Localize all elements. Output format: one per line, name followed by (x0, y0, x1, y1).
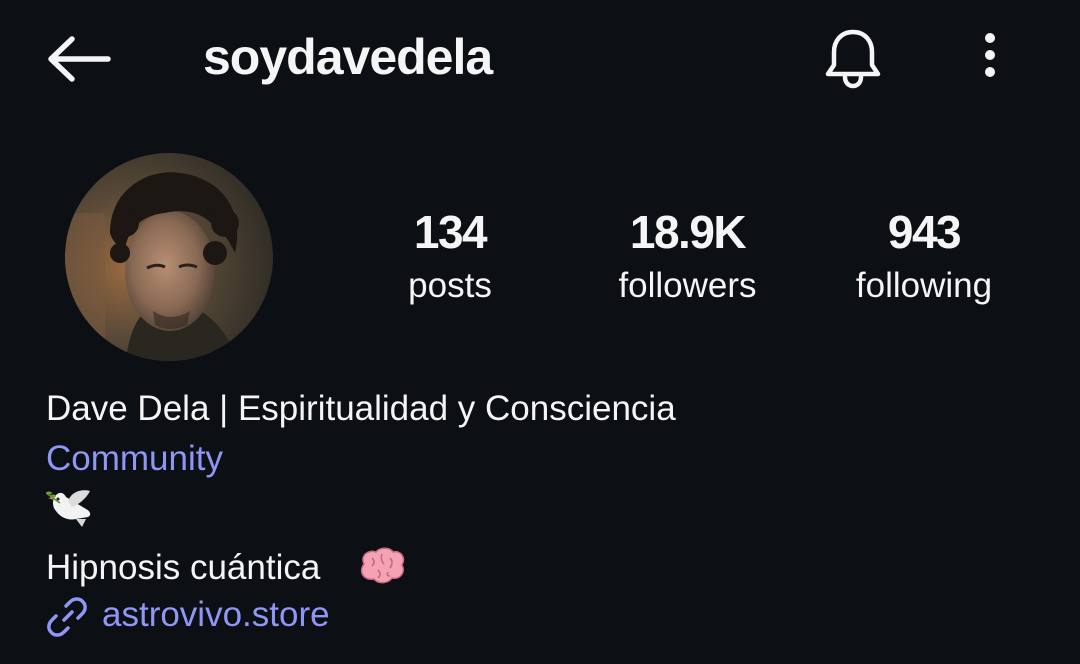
posts-count-value: 134 (413, 206, 488, 258)
brain-emoji-icon (356, 546, 406, 588)
link-icon (47, 597, 87, 637)
back-button[interactable] (44, 32, 114, 86)
bio-website-link-text: astrovivo.store (102, 595, 330, 634)
more-options-button[interactable] (970, 28, 1010, 88)
more-vertical-icon (985, 33, 995, 77)
followers-count[interactable]: 18.9K followers (600, 202, 775, 310)
notifications-button[interactable] (820, 25, 886, 91)
following-count-label: following (855, 266, 993, 305)
bio-text-line: Hipnosis cuántica (46, 548, 321, 587)
following-count[interactable]: 943 following (838, 202, 1010, 310)
followers-count-label: followers (618, 266, 757, 305)
followers-count-value: 18.9K (629, 206, 747, 258)
bell-icon (825, 29, 881, 89)
bio-full-name: Dave Dela | Espiritualidad y Consciencia (46, 389, 676, 428)
top-bar: soydavedela (0, 0, 1080, 115)
bio-category-link[interactable]: Community (46, 436, 223, 482)
profile-photo (65, 153, 273, 361)
following-count-value: 943 (887, 206, 962, 258)
arrow-left-icon (48, 36, 111, 82)
profile-username: soydavedela (203, 29, 493, 85)
posts-count[interactable]: 134 posts (385, 202, 515, 310)
avatar[interactable] (65, 153, 273, 361)
dove-emoji-icon (45, 487, 94, 529)
posts-count-label: posts (408, 266, 492, 305)
